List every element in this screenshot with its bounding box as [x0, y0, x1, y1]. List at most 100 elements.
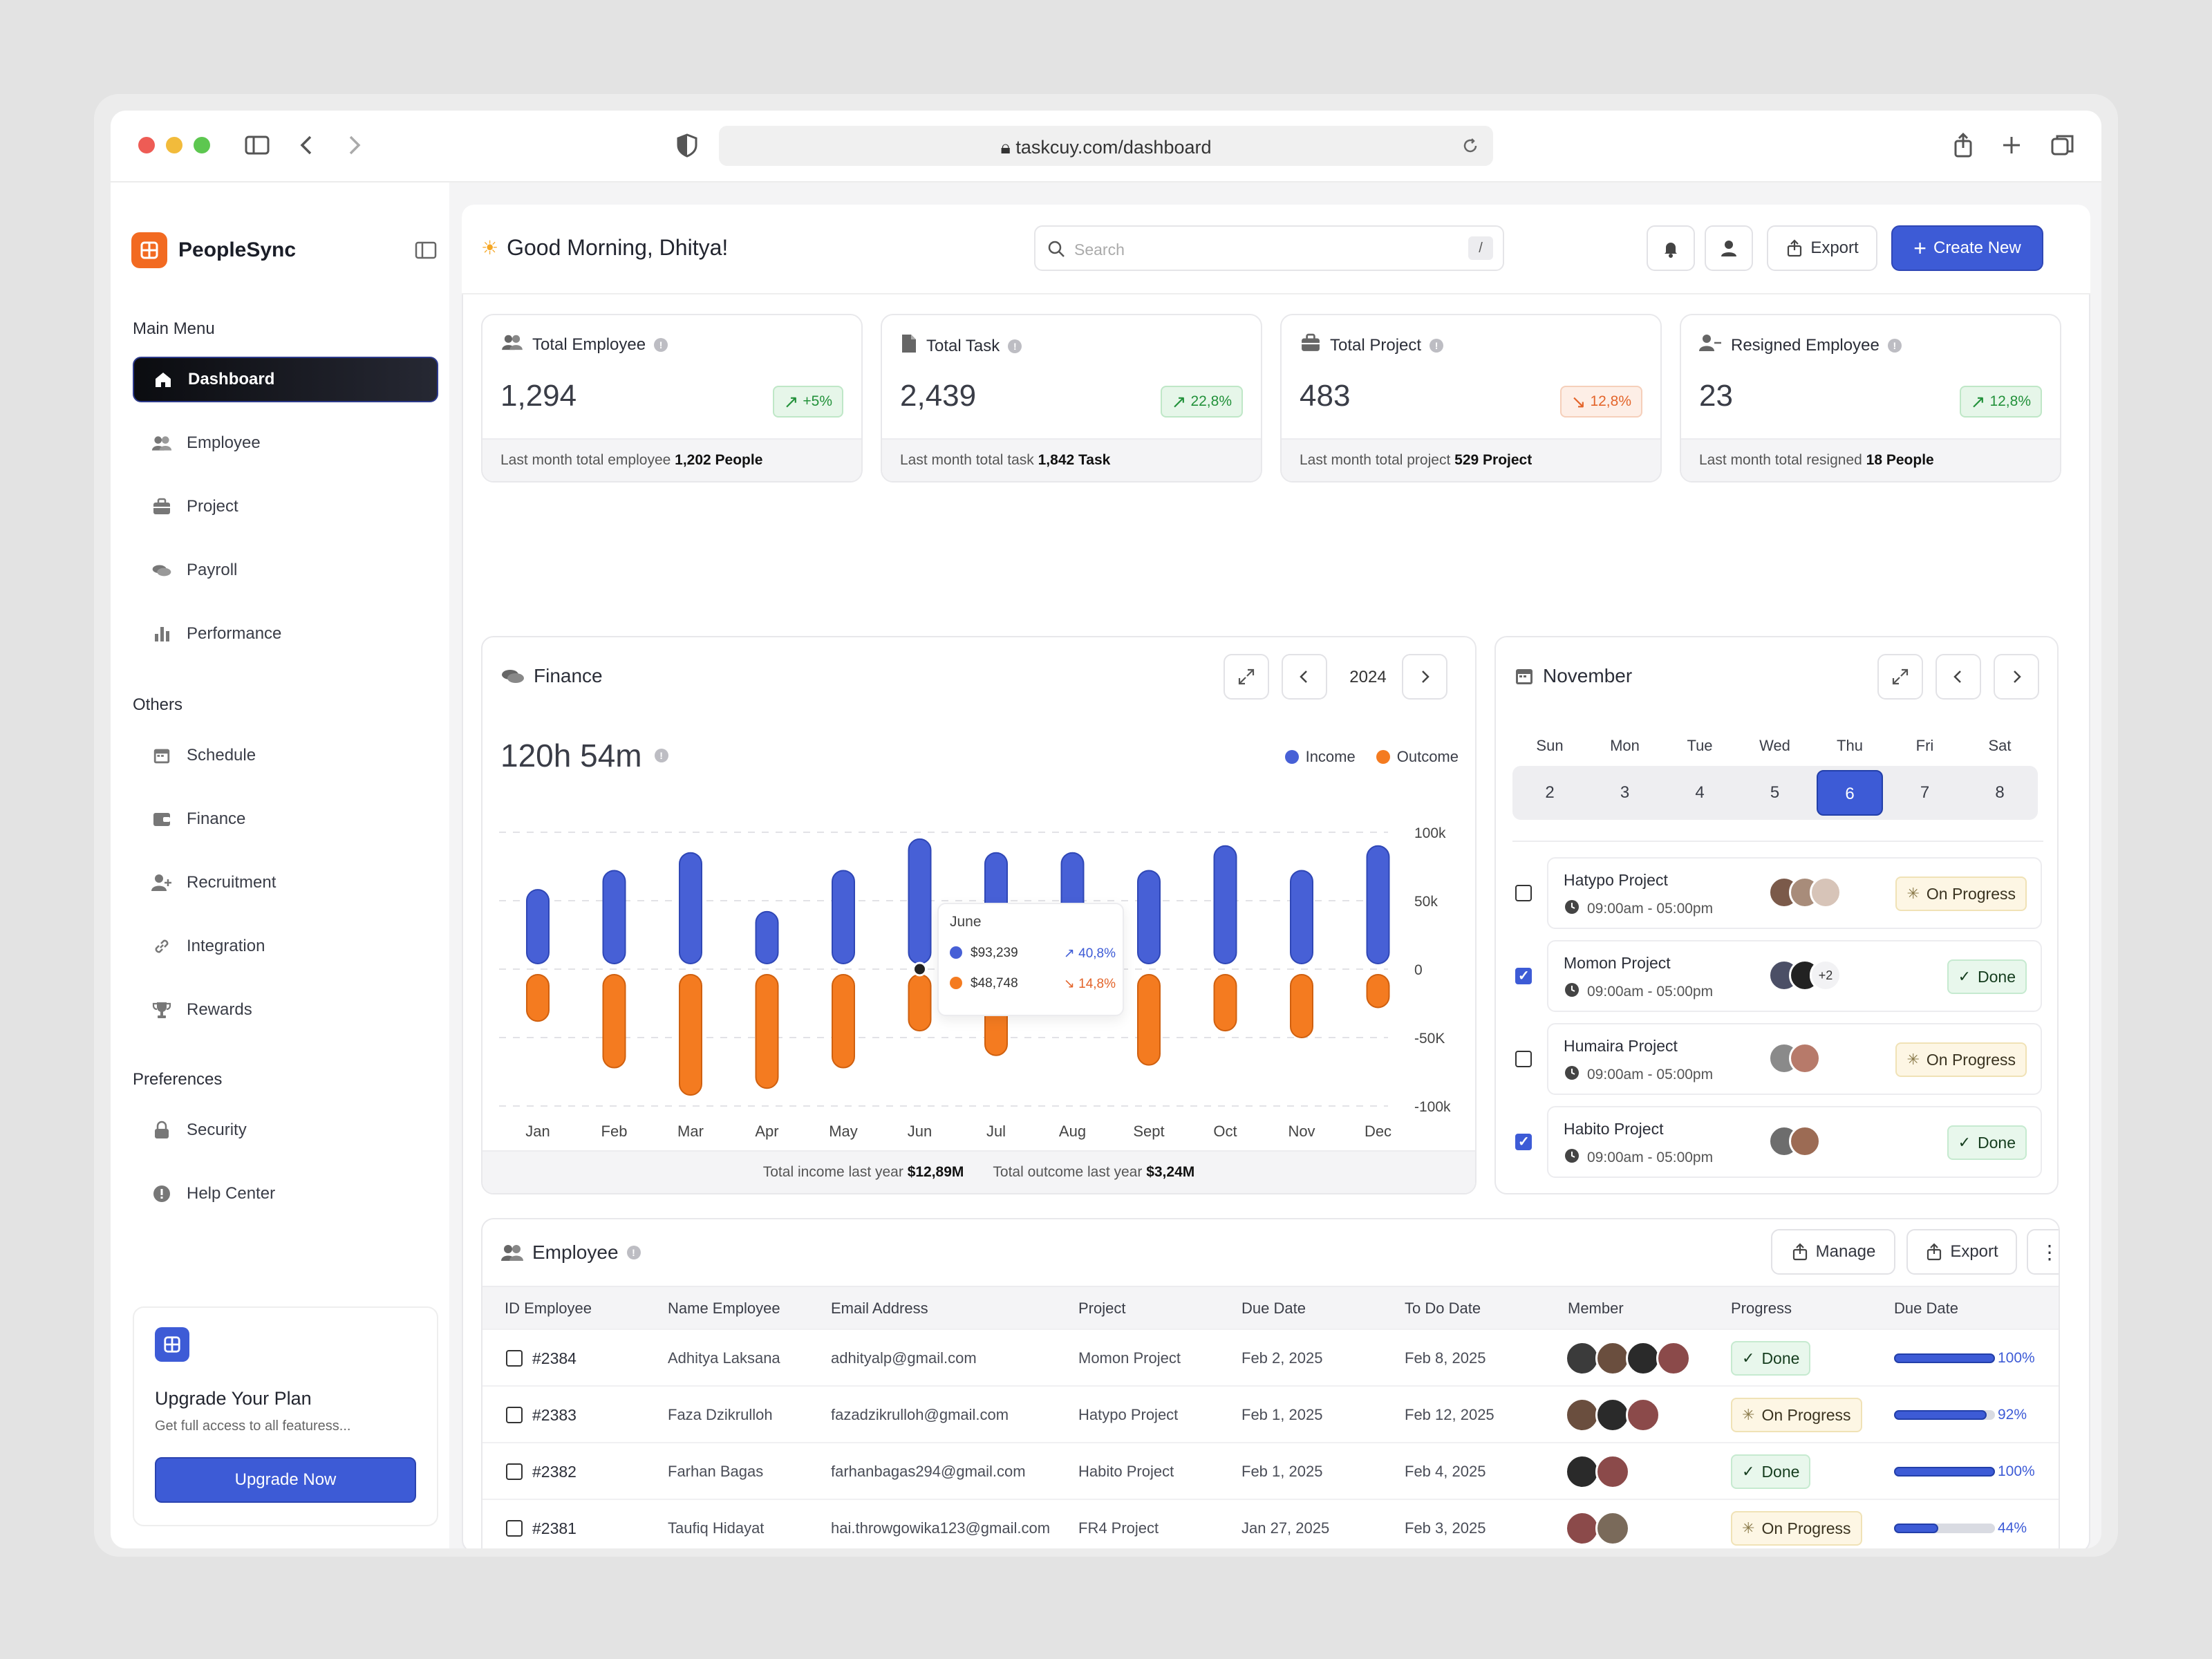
table-row[interactable]: #2384 Adhitya Laksana adhityalp@gmail.com M… [482, 1329, 2059, 1385]
share-icon[interactable] [1949, 131, 1977, 159]
income-bar[interactable] [526, 889, 550, 964]
calendar-day[interactable]: 8 [1967, 770, 2033, 816]
project-checkbox[interactable]: ✓ [1515, 968, 1532, 984]
sidebar-item-help-center[interactable]: Help Center [133, 1171, 438, 1217]
table-export-button[interactable]: Export [1906, 1229, 2017, 1275]
calendar-expand-button[interactable] [1877, 654, 1923, 700]
outcome-bar[interactable] [679, 974, 702, 1096]
outcome-bar[interactable] [1137, 974, 1161, 1066]
row-checkbox[interactable] [506, 1407, 523, 1423]
income-bar[interactable] [1213, 845, 1237, 964]
sidebar-item-recruitment[interactable]: Recruitment [133, 860, 438, 906]
x-tick-label: Jun [908, 1123, 932, 1140]
outcome-bar[interactable] [1366, 974, 1390, 1009]
sidebar-item-project[interactable]: Project [133, 484, 438, 529]
address-bar[interactable]: 🔒︎ taskcuy.com/dashboard [719, 126, 1493, 166]
income-bar[interactable] [832, 870, 855, 964]
outcome-bar[interactable] [602, 974, 626, 1069]
project-item[interactable]: Humaira Project 09:00am - 05:00pm ✳ On Prog… [1547, 1023, 2042, 1095]
column-header[interactable]: Email Address [831, 1287, 928, 1330]
sidebar-item-payroll[interactable]: Payroll [133, 547, 438, 593]
calendar-day[interactable]: 4 [1667, 770, 1733, 816]
status-label: On Progress [1761, 1519, 1851, 1537]
column-header[interactable]: ID Employee [505, 1287, 592, 1330]
tabs-overview-icon[interactable] [2049, 131, 2077, 159]
minimize-window-dot[interactable] [166, 137, 182, 153]
notifications-button[interactable] [1647, 225, 1695, 271]
row-checkbox[interactable] [506, 1350, 523, 1367]
sidebar-toggle-icon[interactable] [243, 131, 271, 159]
close-window-dot[interactable] [138, 137, 155, 153]
maximize-window-dot[interactable] [194, 137, 210, 153]
more-options-button[interactable]: ⋮ [2027, 1229, 2059, 1275]
check-icon: ✓ [1958, 968, 1971, 985]
calendar-day[interactable]: 2 [1517, 770, 1583, 816]
forward-arrow-icon[interactable] [340, 131, 368, 159]
project-item[interactable]: Habito Project 09:00am - 05:00pm ✓ Done [1547, 1106, 2042, 1178]
column-header[interactable]: Due Date [1241, 1287, 1306, 1330]
back-arrow-icon[interactable] [293, 131, 321, 159]
search-icon [1048, 241, 1065, 257]
table-row[interactable]: #2381 Taufiq Hidayat hai.throwgowika123@gm… [482, 1499, 2059, 1548]
row-checkbox[interactable] [506, 1463, 523, 1480]
project-checkbox[interactable] [1515, 1051, 1532, 1067]
calendar-day[interactable]: 3 [1592, 770, 1658, 816]
column-header[interactable]: Name Employee [668, 1287, 780, 1330]
column-header[interactable]: Project [1078, 1287, 1125, 1330]
users-icon [500, 333, 524, 356]
column-header[interactable]: To Do Date [1405, 1287, 1481, 1330]
income-bar[interactable] [755, 910, 779, 964]
outcome-bar[interactable] [832, 974, 855, 1069]
manage-label: Manage [1815, 1242, 1876, 1261]
project-checkbox[interactable]: ✓ [1515, 1134, 1532, 1150]
outcome-bar[interactable] [755, 974, 779, 1089]
outcome-bar[interactable] [1213, 974, 1237, 1032]
profile-button[interactable] [1705, 225, 1753, 271]
export-button[interactable]: Export [1767, 225, 1877, 271]
create-new-button[interactable]: + Create New [1891, 225, 2043, 271]
search-input[interactable]: Search / [1034, 225, 1504, 271]
manage-button[interactable]: Manage [1771, 1229, 1895, 1275]
sidebar-item-employee[interactable]: Employee [133, 420, 438, 466]
shield-icon[interactable] [673, 131, 701, 159]
project-checkbox[interactable] [1515, 885, 1532, 901]
calendar-day[interactable]: 7 [1892, 770, 1958, 816]
row-checkbox[interactable] [506, 1520, 523, 1537]
sidebar-item-finance[interactable]: Finance [133, 796, 438, 842]
collapse-sidebar-icon[interactable] [415, 241, 437, 260]
reload-icon[interactable] [1461, 137, 1479, 155]
calendar-next-button[interactable] [1994, 654, 2039, 700]
income-bar[interactable] [679, 852, 702, 965]
project-item[interactable]: Momon Project 09:00am - 05:00pm +2 ✓ Done [1547, 940, 2042, 1012]
income-bar[interactable] [1366, 845, 1390, 964]
sidebar-item-rewards[interactable]: Rewards [133, 987, 438, 1033]
column-header[interactable]: Member [1568, 1287, 1624, 1330]
sidebar-item-security[interactable]: Security [133, 1107, 438, 1153]
calendar-prev-button[interactable] [1936, 654, 1981, 700]
member-avatar [1626, 1398, 1660, 1432]
upgrade-now-button[interactable]: Upgrade Now [155, 1457, 416, 1503]
sidebar-item-dashboard[interactable]: Dashboard [133, 357, 438, 402]
project-time: 09:00am - 05:00pm [1587, 1150, 1714, 1165]
calendar-icon [1516, 669, 1533, 684]
calendar-day[interactable]: 5 [1742, 770, 1808, 816]
sidebar-item-performance[interactable]: Performance [133, 611, 438, 657]
outcome-bar[interactable] [908, 974, 932, 1032]
selected-day[interactable]: 6 [1817, 770, 1883, 816]
outcome-bar[interactable] [1290, 974, 1313, 1038]
income-bar[interactable] [1290, 870, 1313, 964]
new-tab-icon[interactable] [1998, 131, 2025, 159]
column-header[interactable]: Progress [1731, 1287, 1792, 1330]
column-header[interactable]: Due Date [1894, 1287, 1958, 1330]
sidebar-item-integration[interactable]: Integration [133, 924, 438, 969]
sidebar-item-schedule[interactable]: Schedule [133, 733, 438, 778]
chart-tooltip: June $93,239 ↗ 40,8% $48,748 ↘ 14,8% [937, 903, 1124, 1016]
stat-change-value: 12,8% [1590, 393, 1631, 409]
income-bar[interactable] [602, 870, 626, 964]
project-item[interactable]: Hatypo Project 09:00am - 05:00pm ✳ On Progr… [1547, 857, 2042, 929]
outcome-bar[interactable] [526, 974, 550, 1022]
income-bar[interactable] [908, 838, 932, 964]
table-row[interactable]: #2382 Farhan Bagas farhanbagas294@gmail.co… [482, 1442, 2059, 1499]
income-bar[interactable] [1137, 870, 1161, 964]
table-row[interactable]: #2383 Faza Dzikrulloh fazadzikrulloh@gmail… [482, 1385, 2059, 1442]
